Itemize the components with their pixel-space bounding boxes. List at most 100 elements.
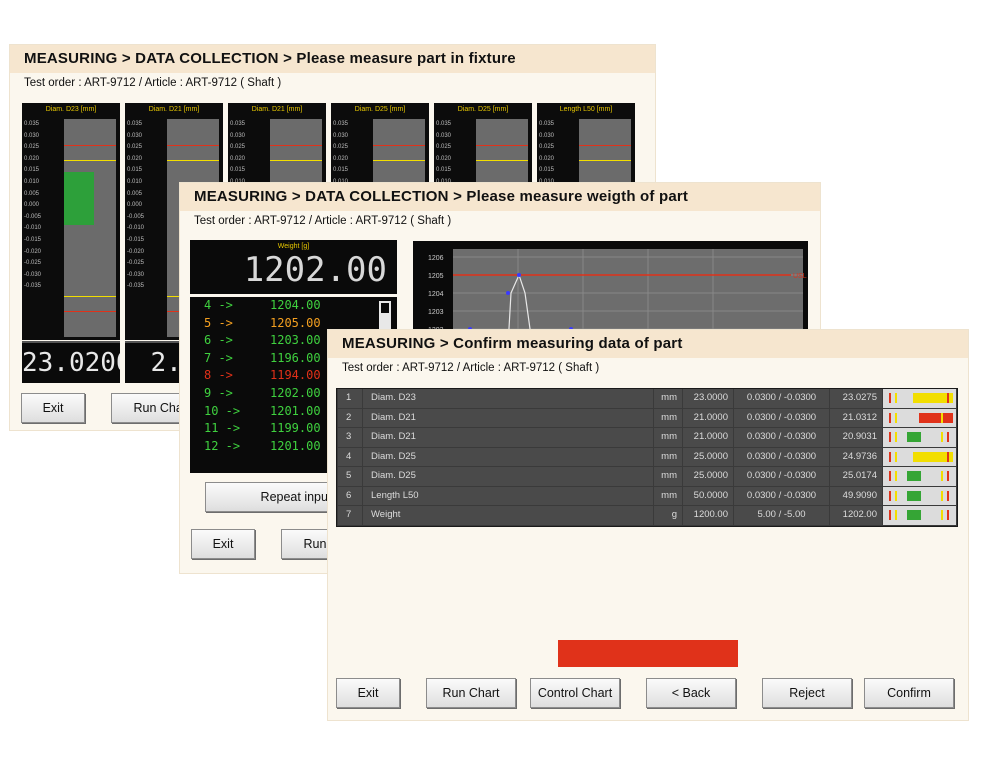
nominal-cell: 1200.00: [683, 506, 733, 525]
table-row[interactable]: 1 Diam. D23 mm 23.0000 0.0300 / -0.0300 23.02…: [337, 389, 957, 409]
weight-list-index: 6 ->: [204, 333, 233, 348]
gauge-tick-label: 0.010: [24, 178, 40, 185]
tolerance-indicator: [883, 428, 956, 447]
tolerance-indicator: [883, 506, 956, 525]
weight-list-index: 10 ->: [204, 403, 241, 418]
gauge-tick-label: -0.025: [127, 260, 145, 267]
actual-value-cell: 20.9031: [830, 428, 882, 447]
row-number-cell: 7: [338, 506, 362, 525]
run-chart-button[interactable]: Run Chart: [426, 678, 516, 708]
weight-list-value: 1194.00: [270, 368, 321, 383]
actual-value-cell: 21.0312: [830, 408, 882, 427]
gauge-tick-label: 0.015: [24, 167, 40, 174]
table-row[interactable]: 2 Diam. D21 mm 21.0000 0.0300 / -0.0300 21.03…: [337, 408, 957, 429]
gauge-tick-label: 0.035: [230, 121, 246, 127]
gauge-scale: 0.035 0.030 0.025 0.020 0.015 0.010 0.005 0.000…: [24, 119, 62, 293]
table-row[interactable]: 3 Diam. D21 mm 21.0000 0.0300 / -0.0300 20.90…: [337, 428, 957, 448]
weight-list-index: 8 ->: [204, 368, 233, 383]
tolerance-cell: 5.00 / -5.00: [734, 506, 829, 525]
gauge-tick-label: 0.005: [24, 190, 40, 197]
weight-list-value: 1201.00: [270, 403, 321, 418]
gauge-tick-label: 0.015: [333, 167, 349, 174]
gauge-tick-label: -0.010: [24, 225, 42, 232]
y-tick-label: 1204: [428, 291, 444, 298]
gauge-tick-label: 0.000: [127, 202, 143, 209]
gauge-tick-label: 0.030: [230, 132, 246, 139]
characteristic-name-cell: Length L50: [363, 486, 653, 505]
gauge-tick-label: -0.015: [127, 236, 145, 243]
exit-button[interactable]: Exit: [191, 529, 255, 559]
y-tick-label: 1205: [428, 273, 444, 280]
gauge-tick-label: 0.015: [230, 167, 246, 174]
reject-status-bar: [558, 640, 738, 667]
gauge-tick-label: -0.005: [127, 213, 145, 220]
gauge-tick-label: -0.025: [24, 260, 42, 267]
row-number-cell: 4: [338, 447, 362, 466]
unit-cell: mm: [654, 428, 682, 447]
gauge-tick-label: 0.015: [436, 167, 452, 174]
upper-limit-line: [64, 145, 116, 146]
weight-list-value: 1201.00: [270, 438, 321, 453]
reject-button[interactable]: Reject: [762, 678, 852, 708]
gauge-tick-label: 0.030: [127, 132, 143, 139]
gauge-tick-label: 0.005: [127, 190, 143, 197]
gauge-tick-label: 0.010: [127, 178, 143, 185]
window-title: MEASURING > DATA COLLECTION > Please mea…: [10, 45, 655, 73]
control-chart-button[interactable]: Control Chart: [530, 678, 620, 708]
lower-warning-line: [64, 296, 116, 297]
weight-display: Weight [g] 1202.00: [190, 240, 397, 294]
upper-limit-line: [579, 145, 631, 146]
nominal-cell: 25.0000: [683, 447, 733, 466]
upper-warning-line: [476, 160, 528, 161]
weight-list-index: 4 ->: [204, 298, 233, 312]
table-row[interactable]: 5 Diam. D25 mm 25.0000 0.0300 / -0.0300 25.01…: [337, 467, 957, 487]
actual-value-cell: 49.9090: [830, 486, 882, 505]
unit-cell: mm: [654, 408, 682, 427]
exit-button[interactable]: Exit: [336, 678, 400, 708]
weight-list-index: 9 ->: [204, 385, 233, 400]
tolerance-indicator: [883, 389, 956, 408]
gauge-tick-label: -0.035: [24, 283, 42, 290]
confirm-button[interactable]: Confirm: [864, 678, 954, 708]
gauge-tick-label: 0.025: [24, 144, 40, 151]
weight-list-value: 1205.00: [270, 315, 321, 330]
unit-cell: mm: [654, 486, 682, 505]
table-row[interactable]: 4 Diam. D25 mm 25.0000 0.0300 / -0.0300 24.97…: [337, 447, 957, 468]
gauge-tick-label: 0.020: [127, 155, 143, 162]
table-row[interactable]: 6 Length L50 mm 50.0000 0.0300 / -0.0300 49.9…: [337, 486, 957, 507]
gauge-readout: 23.0200: [22, 341, 120, 383]
gauge-tick-label: 0.035: [127, 121, 143, 127]
y-tick-label: 1203: [428, 309, 444, 316]
gauge-tick-label: 0.020: [24, 155, 40, 162]
characteristic-name-cell: Diam. D25: [363, 447, 653, 466]
tolerance-indicator: [883, 408, 956, 427]
table-row[interactable]: 7 Weight g 1200.00 5.00 / -5.00 1202.00: [337, 506, 957, 526]
gauge-tick-label: 0.020: [436, 155, 452, 162]
gauge-tick-label: 0.035: [333, 121, 349, 127]
back-button[interactable]: < Back: [646, 678, 736, 708]
lower-limit-line: [64, 311, 116, 312]
gauge-tick-label: -0.035: [127, 283, 145, 290]
characteristic-name-cell: Weight: [363, 506, 653, 525]
gauge-title: Diam. D25 [mm]: [354, 106, 406, 113]
gauge-tick-label: 0.030: [333, 132, 349, 139]
unit-cell: g: [654, 506, 682, 525]
window-subtitle: Test order : ART-9712 / Article : ART-97…: [342, 362, 600, 374]
weight-list-item[interactable]: 4 -> 1204.00: [190, 297, 397, 315]
gauge-tick-label: 0.025: [436, 144, 452, 151]
weight-list-index: 5 ->: [204, 315, 233, 330]
tolerance-indicator: [883, 486, 956, 505]
scroll-up-arrow-icon[interactable]: [381, 303, 389, 313]
gauge-tick-label: 0.035: [539, 121, 555, 127]
row-number-cell: 2: [338, 408, 362, 427]
gauge-tick-label: 0.025: [539, 144, 555, 151]
nominal-cell: 23.0000: [683, 389, 733, 408]
upper-warning-line: [270, 160, 322, 161]
characteristic-name-cell: Diam. D21: [363, 408, 653, 427]
tolerance-cell: 0.0300 / -0.0300: [734, 486, 829, 505]
gauge-tick-label: 0.025: [333, 144, 349, 151]
usl-label: USL: [793, 273, 807, 280]
exit-button[interactable]: Exit: [21, 393, 85, 423]
gauge-tick-label: 0.035: [24, 121, 40, 127]
weight-list-value: 1204.00: [270, 298, 321, 312]
